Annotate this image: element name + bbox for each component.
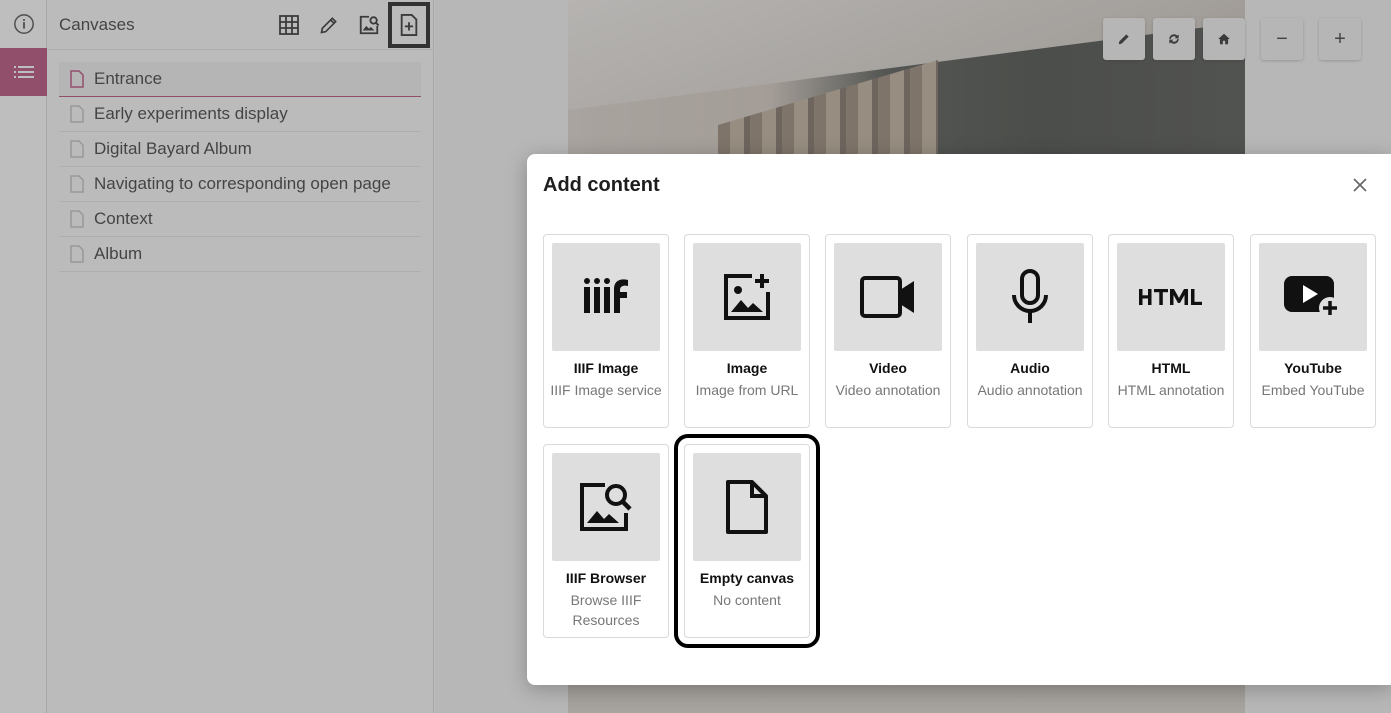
- option-iiif-image[interactable]: IIIF Image IIIF Image service: [543, 234, 669, 428]
- option-label: Video: [869, 360, 907, 376]
- option-iiif-browser[interactable]: IIIF Browser Browse IIIF Resources: [543, 444, 669, 638]
- option-label: YouTube: [1284, 360, 1342, 376]
- close-button[interactable]: [1349, 174, 1371, 196]
- add-content-dialog: Add content IIIF Image IIIF Image servic…: [527, 154, 1391, 685]
- add-image-icon: [724, 274, 770, 320]
- option-empty-canvas[interactable]: Empty canvas No content: [674, 434, 820, 648]
- option-youtube[interactable]: YouTube Embed YouTube: [1250, 234, 1376, 428]
- option-description: No content: [713, 592, 781, 608]
- option-label: Empty canvas: [699, 570, 795, 586]
- option-label: IIIF Image: [573, 360, 639, 376]
- option-image[interactable]: Image Image from URL: [684, 234, 810, 428]
- option-label: HTML: [1151, 360, 1191, 376]
- option-video[interactable]: Video Video annotation: [825, 234, 951, 428]
- option-thumb: [1117, 243, 1225, 351]
- image-search-icon: [580, 483, 632, 531]
- option-thumb: [976, 243, 1084, 351]
- option-html[interactable]: HTML HTML annotation: [1108, 234, 1234, 428]
- blank-document-icon: [726, 480, 768, 534]
- option-description: IIIF Image service: [550, 382, 662, 398]
- option-description: HTML annotation: [1117, 382, 1225, 398]
- html-icon: [1139, 289, 1202, 305]
- option-description: Embed YouTube: [1261, 382, 1365, 398]
- option-label: Audio: [1010, 360, 1050, 376]
- option-thumb: [693, 453, 801, 561]
- option-description: Browse IIIF Resources: [570, 592, 642, 628]
- microphone-icon: [1012, 269, 1048, 323]
- option-label: Image: [726, 360, 768, 376]
- option-thumb: [552, 243, 660, 351]
- video-icon: [860, 276, 914, 318]
- option-thumb: [834, 243, 942, 351]
- option-label: IIIF Browser: [565, 570, 647, 586]
- close-icon: [1353, 178, 1367, 192]
- option-thumb: [552, 453, 660, 561]
- option-thumb: [693, 243, 801, 351]
- option-description: Audio annotation: [977, 382, 1083, 398]
- youtube-icon: [1284, 276, 1341, 319]
- option-description: Image from URL: [695, 382, 799, 398]
- option-audio[interactable]: Audio Audio annotation: [967, 234, 1093, 428]
- iiif-icon: [584, 278, 628, 313]
- option-thumb: [1259, 243, 1367, 351]
- option-description: Video annotation: [835, 382, 941, 398]
- dialog-title: Add content: [543, 174, 660, 196]
